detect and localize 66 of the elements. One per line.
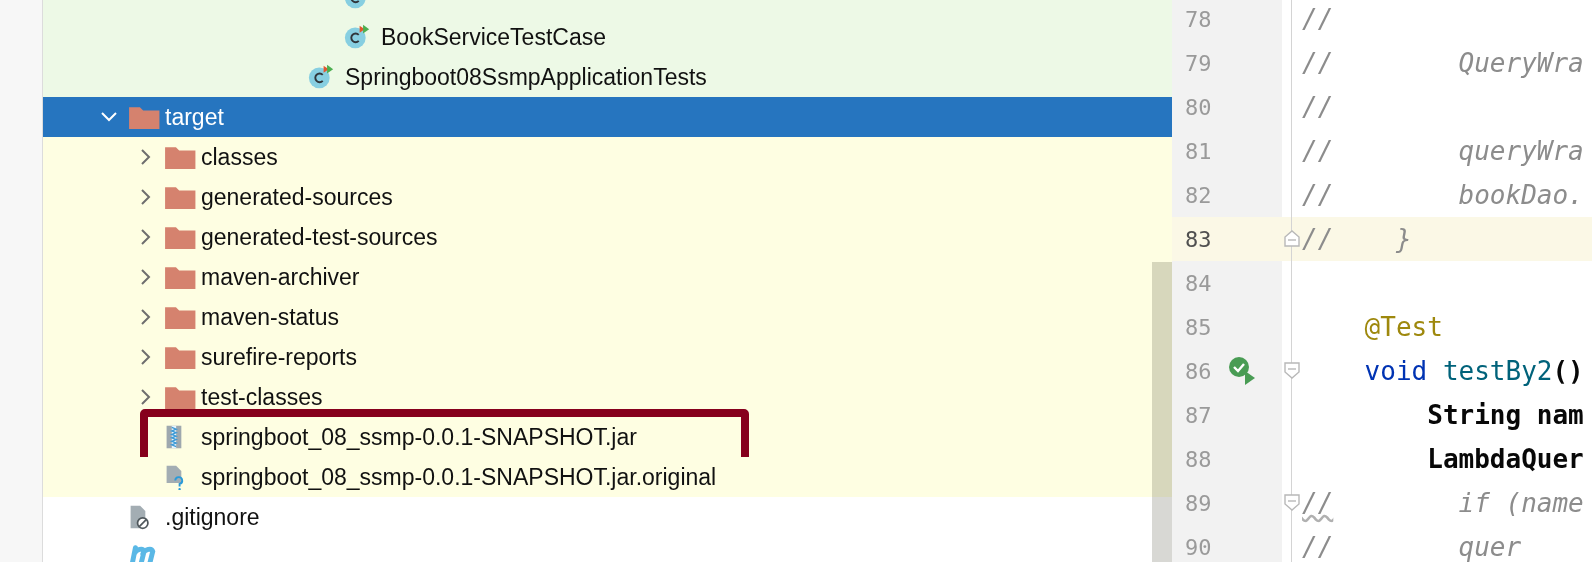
tree-item[interactable]: maven-status [43,297,1172,337]
line-number: 88 [1185,446,1213,472]
folder-icon [164,144,197,170]
tree-item[interactable]: generated-sources [43,177,1172,217]
tree-item[interactable]: springboot_08_ssmp-0.0.1-SNAPSHOT.jar.original [43,457,1172,497]
code-line: String nam [1426,400,1584,430]
file-name: classes [201,145,278,169]
tree-item[interactable]: Springboot08SsmpApplicationTests [43,57,1172,97]
tree-item[interactable]: classes [43,137,1172,177]
code-line: // [1302,92,1334,122]
file-name: surefire-reports [201,345,357,369]
code-line: // bookDao. [1302,180,1584,210]
code-line: // queryWra [1302,136,1584,166]
file-name: generated-sources [201,185,393,209]
line-number: 78 [1185,6,1213,32]
line-number: 87 [1185,402,1213,428]
folder-icon [164,304,197,330]
file-name: maven-status [201,305,340,329]
code-line: // [1302,4,1334,34]
tree-item[interactable]: .gitignore [43,497,1172,537]
code-line: // } [1302,224,1412,254]
file-name: generated-test-sources [201,225,438,249]
line-number: 81 [1185,138,1213,164]
test-class-icon [308,64,334,90]
code-line: @Test [1363,312,1443,342]
code-line: // quer [1302,532,1522,562]
code-line: void testBy2() [1363,356,1584,386]
folder-icon [164,384,197,410]
folder-icon [164,264,197,290]
folder-icon [128,104,161,130]
folder-icon [164,224,197,250]
file-name: test-classes [201,385,323,409]
line-number: 86 [1185,358,1213,384]
file-name: Springboot08SsmpApplicationTests [345,65,707,89]
file-name: springboot_08_ssmp-0.0.1-SNAPSHOT.jar.original [201,465,717,489]
ignored-file-icon [128,504,151,530]
file-name: .gitignore [165,505,260,529]
file-name: target [165,105,224,129]
code-line: // if (name [1302,488,1584,518]
fold-marker-icon[interactable] [1283,493,1301,513]
tree-item[interactable]: springboot_08_ssmp-0.0.1-SNAPSHOT.jar [43,417,1172,457]
tree-item[interactable]: maven-archiver [43,257,1172,297]
line-number: 90 [1185,534,1213,560]
file-name: maven-archiver [201,265,360,289]
line-number: 82 [1185,182,1213,208]
folder-icon [164,184,197,210]
line-number: 80 [1185,94,1213,120]
line-number: 83 [1185,226,1213,252]
tree-item[interactable]: generated-test-sources [43,217,1172,257]
run-test-icon[interactable] [1228,356,1256,386]
tree-item[interactable]: surefire-reports [43,337,1172,377]
line-number: 79 [1185,50,1213,76]
line-number: 89 [1185,490,1213,516]
line-number: 85 [1185,314,1213,340]
file-name: springboot_08_ssmp-0.0.1-SNAPSHOT.jar [201,425,637,449]
line-number: 84 [1185,270,1213,296]
fold-marker-icon[interactable] [1283,229,1301,249]
fold-marker-icon[interactable] [1283,361,1301,381]
tree-item[interactable]: BookServiceTestCase [43,17,1172,57]
code-line: // QueryWra [1302,48,1584,78]
file-name: BookServiceTestCase [381,25,606,49]
tree-item[interactable]: target [43,97,1172,137]
folder-icon [164,344,197,370]
code-line: LambdaQuer [1426,444,1584,474]
test-class-icon [344,24,370,50]
scrollbar-thumb[interactable] [1152,262,1172,562]
